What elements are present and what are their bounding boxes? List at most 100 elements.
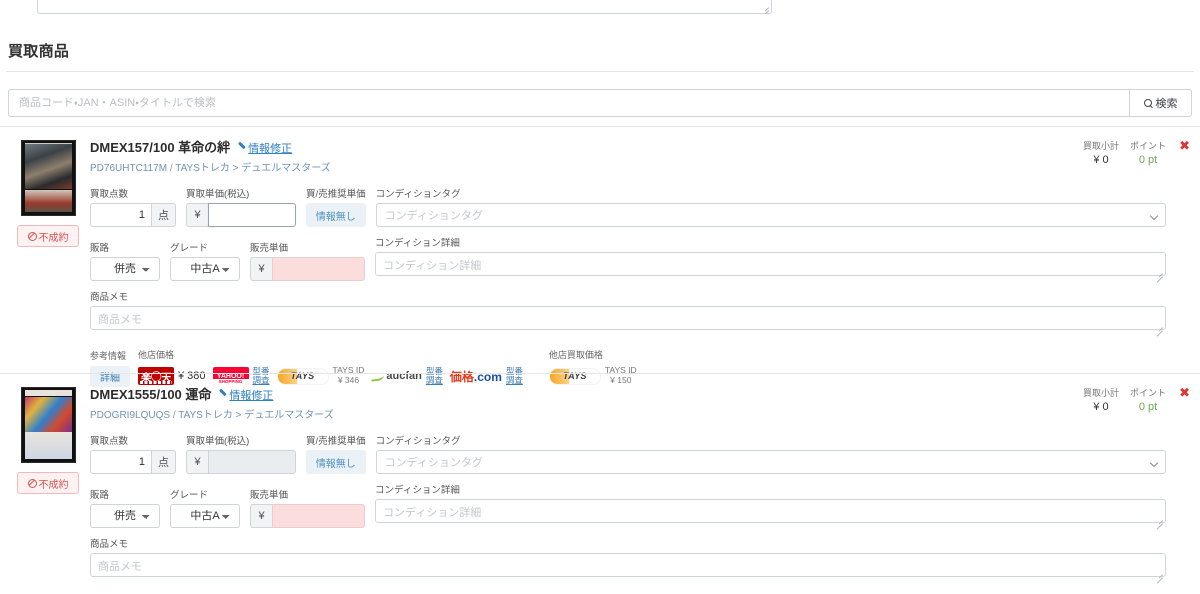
recommended-price-field: 買/売推奨単価 情報無し bbox=[306, 186, 366, 227]
item-body: DMEX157/100 革命の絆 情報修正 PD76UHTC117M / TAY… bbox=[90, 137, 1166, 387]
condition-tag-select[interactable]: コンディションタグ bbox=[375, 203, 1166, 227]
resize-handle-icon[interactable] bbox=[1154, 269, 1163, 283]
prohibited-icon bbox=[27, 231, 37, 241]
condition-tag-label: コンディションタグ bbox=[375, 436, 461, 447]
grade-field: グレード 中古A bbox=[170, 240, 240, 281]
condition-tag-placeholder: コンディションタグ bbox=[384, 457, 483, 469]
condition-tag-select[interactable]: コンディションタグ bbox=[375, 450, 1166, 474]
condition-tag-field: コンディションタグ コンディションタグ bbox=[375, 186, 1166, 227]
grade-field: グレード 中古A bbox=[170, 487, 240, 528]
item-totals: 買取小計 ¥ 0 ポイント 0 pt bbox=[1083, 139, 1166, 166]
sell-price-input[interactable] bbox=[272, 257, 365, 281]
condition-detail-field: コンディション詳細 bbox=[375, 235, 1166, 283]
yen-symbol-icon: ¥ bbox=[250, 257, 272, 281]
channel-field: 販路 併売 bbox=[90, 487, 160, 528]
remove-item-button[interactable]: ✖ bbox=[1179, 386, 1190, 399]
condition-tag-field: コンディションタグ コンディションタグ bbox=[375, 433, 1166, 474]
quantity-label: 買取点数 bbox=[90, 436, 129, 447]
edit-info-link[interactable]: 情報修正 bbox=[218, 387, 273, 403]
subtotal-value: ¥ 0 bbox=[1093, 401, 1109, 413]
product-sku[interactable]: PD76UHTC117M bbox=[90, 163, 167, 174]
item-title-line: DMEX1555/100 運命 情報修正 bbox=[90, 384, 1166, 403]
buy-price-label: 買取単価(税込) bbox=[186, 436, 250, 447]
quantity-field: 買取点数 点 bbox=[90, 186, 176, 227]
breadcrumb-path[interactable]: TAYSトレカ > デュエルマスターズ bbox=[178, 410, 334, 421]
quantity-field: 買取点数 点 bbox=[90, 433, 176, 474]
product-image[interactable] bbox=[20, 140, 76, 216]
resize-handle-icon[interactable] bbox=[1154, 570, 1163, 584]
section-header: 買取商品 bbox=[0, 40, 1200, 72]
quantity-unit-label: 点 bbox=[152, 450, 176, 474]
buy-price-input[interactable] bbox=[208, 450, 296, 474]
quantity-input[interactable] bbox=[90, 450, 152, 474]
search-button[interactable]: 検索 bbox=[1130, 89, 1192, 117]
buyback-item-row: 不成約 DMEX1555/100 運命 情報修正 PDOGRI9LQUQS / … bbox=[0, 373, 1200, 594]
other-shop-price-label: 他店価格 bbox=[138, 350, 175, 360]
points-value: 0 pt bbox=[1138, 154, 1158, 166]
memo-field: 商品メモ bbox=[90, 289, 1166, 337]
reject-button-label: 不成約 bbox=[38, 479, 69, 491]
prohibited-icon bbox=[27, 478, 37, 488]
buyback-items-page: 買取商品 検索 不成約 DMEX157/100 革命の絆 bbox=[0, 0, 1200, 594]
grade-select[interactable]: 中古A bbox=[170, 504, 240, 528]
item-body: DMEX1555/100 運命 情報修正 PDOGRI9LQUQS / TAYS… bbox=[90, 384, 1166, 594]
reject-button[interactable]: 不成約 bbox=[17, 472, 79, 494]
resize-handle-icon[interactable] bbox=[1154, 323, 1163, 337]
pencil-icon bbox=[237, 143, 246, 152]
resize-handle-icon[interactable] bbox=[760, 3, 769, 14]
product-title: DMEX157/100 革命の絆 bbox=[90, 140, 231, 155]
search-icon bbox=[1143, 98, 1153, 108]
channel-select[interactable]: 併売 bbox=[90, 257, 160, 281]
condition-detail-label: コンディション詳細 bbox=[375, 238, 460, 249]
edit-info-link[interactable]: 情報修正 bbox=[237, 140, 292, 156]
subtotal-block: 買取小計 ¥ 0 bbox=[1083, 386, 1119, 413]
resize-handle-icon[interactable] bbox=[1154, 516, 1163, 530]
buy-price-field: 買取単価(税込) ¥ bbox=[186, 186, 296, 227]
breadcrumb: PDOGRI9LQUQS / TAYSトレカ > デュエルマスターズ bbox=[90, 406, 1166, 421]
subtotal-value: ¥ 0 bbox=[1093, 154, 1109, 166]
chevron-down-icon bbox=[1149, 458, 1159, 468]
buy-price-input[interactable] bbox=[208, 203, 296, 227]
recommended-price-label: 買/売推奨単価 bbox=[306, 189, 366, 200]
memo-textarea[interactable] bbox=[90, 553, 1166, 577]
quantity-input[interactable] bbox=[90, 203, 152, 227]
breadcrumb-separator: / bbox=[172, 410, 176, 421]
section-divider bbox=[6, 71, 1194, 72]
sell-price-field: 販売単価 ¥ bbox=[250, 240, 365, 281]
condition-detail-textarea[interactable] bbox=[375, 252, 1166, 276]
breadcrumb-path[interactable]: TAYSトレカ > デュエルマスターズ bbox=[175, 163, 331, 174]
subtotal-label: 買取小計 bbox=[1082, 388, 1119, 398]
grade-label: グレード bbox=[170, 243, 209, 254]
recommended-price-label: 買/売推奨単価 bbox=[306, 436, 366, 447]
breadcrumb: PD76UHTC117M / TAYSトレカ > デュエルマスターズ bbox=[90, 159, 1166, 174]
condition-detail-label: コンディション詳細 bbox=[375, 485, 460, 496]
search-button-label: 検索 bbox=[1155, 98, 1178, 110]
channel-select[interactable]: 併売 bbox=[90, 504, 160, 528]
reject-button[interactable]: 不成約 bbox=[17, 225, 79, 247]
reject-button-label: 不成約 bbox=[38, 232, 69, 244]
previous-section-textarea[interactable] bbox=[37, 0, 772, 14]
buy-price-label: 買取単価(税込) bbox=[186, 189, 250, 200]
subtotal-block: 買取小計 ¥ 0 bbox=[1083, 139, 1119, 166]
item-title-line: DMEX157/100 革命の絆 情報修正 bbox=[90, 137, 1166, 156]
grade-label: グレード bbox=[170, 490, 209, 501]
condition-detail-textarea[interactable] bbox=[375, 499, 1166, 523]
item-thumbnail-column: 不成約 bbox=[12, 387, 84, 494]
channel-label: 販路 bbox=[90, 243, 110, 254]
search-input[interactable] bbox=[8, 89, 1130, 117]
remove-item-button[interactable]: ✖ bbox=[1179, 139, 1190, 152]
product-image[interactable] bbox=[20, 387, 76, 463]
reference-info-label: 参考情報 bbox=[90, 351, 127, 361]
product-sku[interactable]: PDOGRI9LQUQS bbox=[90, 410, 170, 421]
memo-label: 商品メモ bbox=[90, 292, 129, 303]
channel-field: 販路 併売 bbox=[90, 240, 160, 281]
chevron-down-icon bbox=[1149, 211, 1159, 221]
edit-info-label: 情報修正 bbox=[229, 389, 274, 402]
sell-price-label: 販売単価 bbox=[250, 243, 289, 254]
edit-info-label: 情報修正 bbox=[248, 142, 293, 155]
grade-select[interactable]: 中古A bbox=[170, 257, 240, 281]
sell-price-input[interactable] bbox=[272, 504, 365, 528]
yen-symbol-icon: ¥ bbox=[186, 203, 208, 227]
memo-textarea[interactable] bbox=[90, 306, 1166, 330]
product-search-bar: 検索 bbox=[8, 89, 1192, 117]
